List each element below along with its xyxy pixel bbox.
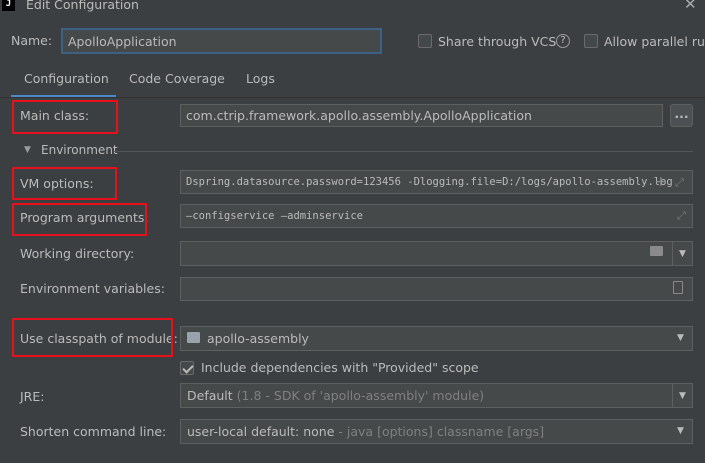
tab-code-coverage[interactable]: Code Coverage	[129, 71, 225, 86]
intellij-app-icon: J	[2, 0, 15, 11]
shorten-command-line-select[interactable]: user-local default: none - java [options…	[180, 419, 693, 444]
share-vcs-label: Share through VCS	[438, 34, 557, 49]
share-vcs-checkbox[interactable]	[418, 34, 432, 48]
tab-logs[interactable]: Logs	[246, 71, 275, 86]
jre-value: Default	[187, 388, 233, 403]
environment-variables-input[interactable]	[180, 277, 693, 301]
include-provided-label: Include dependencies with "Provided" sco…	[201, 360, 479, 375]
tab-configuration[interactable]: Configuration	[24, 71, 109, 86]
module-folder-icon	[187, 332, 200, 343]
environment-variables-label: Environment variables:	[20, 281, 165, 296]
close-icon[interactable]: ✕	[684, 0, 697, 13]
chevron-down-icon[interactable]: ▼	[24, 145, 31, 155]
expand-icon[interactable]: ⤢	[675, 176, 684, 190]
shorten-command-line-label: Shorten command line:	[20, 424, 167, 439]
highlight-box-vm-options	[12, 167, 117, 200]
working-directory-label: Working directory:	[20, 246, 135, 261]
expand-icon[interactable]: ⤢	[677, 209, 686, 223]
name-label: Name:	[11, 33, 53, 48]
shorten-detail: - java [options] classname [args]	[338, 424, 545, 439]
highlight-box-main-class	[12, 100, 118, 134]
main-class-input[interactable]: com.ctrip.framework.apollo.assembly.Apol…	[180, 104, 663, 127]
allow-parallel-label: Allow parallel run	[604, 34, 705, 49]
allow-parallel-checkbox[interactable]	[584, 34, 598, 48]
document-icon[interactable]	[673, 281, 683, 294]
highlight-box-classpath-module	[12, 318, 173, 357]
working-directory-input[interactable]	[180, 241, 693, 266]
chevron-down-icon[interactable]: ▼	[677, 333, 684, 343]
jre-dropdown[interactable]: ▼	[672, 384, 692, 407]
browse-main-class-button[interactable]: ...	[670, 104, 693, 127]
name-input[interactable]: ApolloApplication	[61, 28, 382, 54]
environment-separator	[113, 151, 693, 152]
vm-options-input[interactable]: Dspring.datasource.password=123456 -Dlog…	[180, 170, 693, 194]
chevron-down-icon[interactable]: ▼	[677, 426, 684, 436]
jre-detail: (1.8 - SDK of 'apollo-assembly' module)	[236, 388, 485, 403]
folder-icon[interactable]	[650, 246, 663, 256]
working-directory-dropdown[interactable]: ▼	[672, 242, 692, 265]
include-provided-checkbox[interactable]	[180, 361, 194, 375]
environment-section-label[interactable]: Environment	[41, 143, 118, 157]
jre-select[interactable]: Default (1.8 - SDK of 'apollo-assembly' …	[180, 383, 693, 408]
classpath-module-select[interactable]: apollo-assembly	[180, 326, 693, 351]
plus-icon[interactable]: +	[655, 174, 667, 190]
jre-label: JRE:	[20, 389, 45, 404]
window-title: Edit Configuration	[26, 0, 139, 12]
program-arguments-input[interactable]: —configservice —adminservice	[180, 204, 693, 228]
highlight-box-program-arguments	[12, 203, 147, 236]
tabs-divider	[0, 97, 705, 98]
help-icon[interactable]: ?	[556, 34, 570, 48]
shorten-value: user-local default: none	[187, 424, 335, 439]
